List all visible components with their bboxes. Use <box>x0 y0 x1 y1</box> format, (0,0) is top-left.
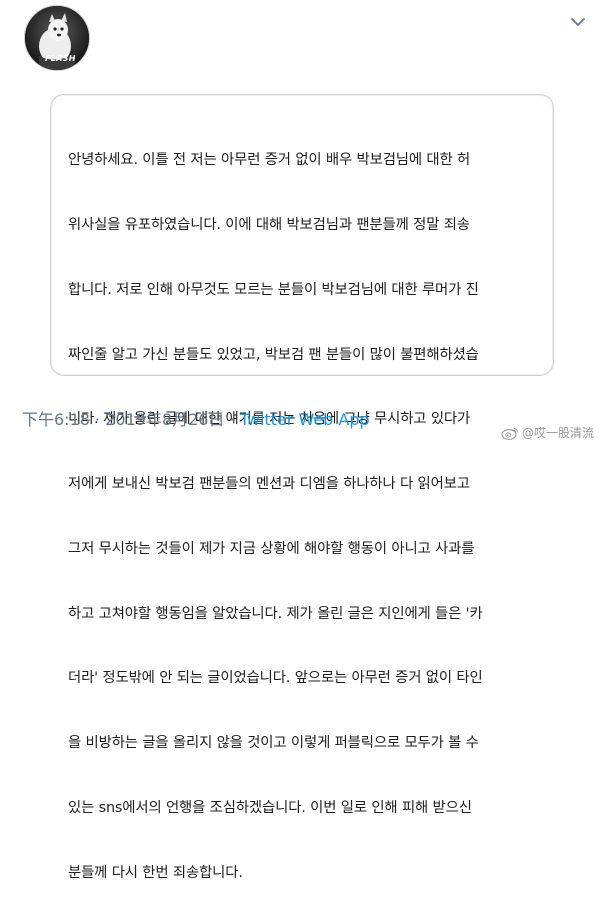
tweet-line: 안녕하세요. 이틀 전 저는 아무런 증거 없이 배우 박보검님에 대한 허 <box>68 152 471 169</box>
avatar[interactable]: FLASH <box>24 5 90 71</box>
tweet-line: 분들께 다시 한번 죄송합니다. <box>68 864 243 881</box>
tweet-metadata: 下午6:18 · 2019年8月26日 · Twitter Web App <box>22 410 370 430</box>
weibo-icon <box>501 427 518 440</box>
tweet-line: 합니다. 저로 인해 아무것도 모르는 분들이 박보검님에 대한 루머가 진 <box>68 281 479 298</box>
avatar-caption: FLASH <box>45 54 76 63</box>
tweet-line: 짜인줄 알고 가신 분들도 있었고, 박보검 팬 분들이 많이 불편해하셨습 <box>68 346 479 363</box>
tweet-line: 저에게 보내신 박보검 팬분들의 멘션과 디엠을 하나하나 다 읽어보고 <box>68 476 470 493</box>
weibo-watermark: @哎一股清流 <box>501 424 594 441</box>
tweet-image-card: 안녕하세요. 이틀 전 저는 아무런 증거 없이 배우 박보검님에 대한 허 위… <box>50 94 554 881</box>
separator-dot: · <box>89 410 106 429</box>
tweet-line: 하고 고쳐야할 행동임을 알았습니다. 제가 올린 글은 지인에게 들은 '카 <box>68 605 483 622</box>
tweet-date[interactable]: 2019年8月26日 <box>105 410 224 429</box>
tweet-source-link[interactable]: Twitter Web App <box>240 410 370 429</box>
tweet-line: 위사실을 유포하였습니다. 이에 대해 박보검님과 팬분들께 정말 죄송 <box>68 216 470 233</box>
tweet-line: 그저 무시하는 것들이 제가 지금 상황에 해야할 행동이 아니고 사과를 <box>68 540 475 557</box>
tweet-line: 을 비방하는 글을 올리지 않을 것이고 이렇게 퍼블릭으로 모두가 볼 수 <box>68 735 479 752</box>
watermark-text: @哎一股清流 <box>521 426 594 440</box>
tweet-line: 더라' 정도밖에 안 되는 글이었습니다. 앞으로는 아무런 증거 없이 타인 <box>68 670 483 687</box>
tweet-line: 있는 sns에서의 언행을 조심하겠습니다. 이번 일로 인해 피해 받으신 <box>68 800 472 816</box>
chevron-down-icon[interactable] <box>570 14 586 30</box>
tweet-time[interactable]: 下午6:18 <box>22 410 90 429</box>
tweet-text: 안녕하세요. 이틀 전 저는 아무런 증거 없이 배우 박보검님에 대한 허 위… <box>68 107 535 900</box>
separator-dot: · <box>224 410 240 429</box>
